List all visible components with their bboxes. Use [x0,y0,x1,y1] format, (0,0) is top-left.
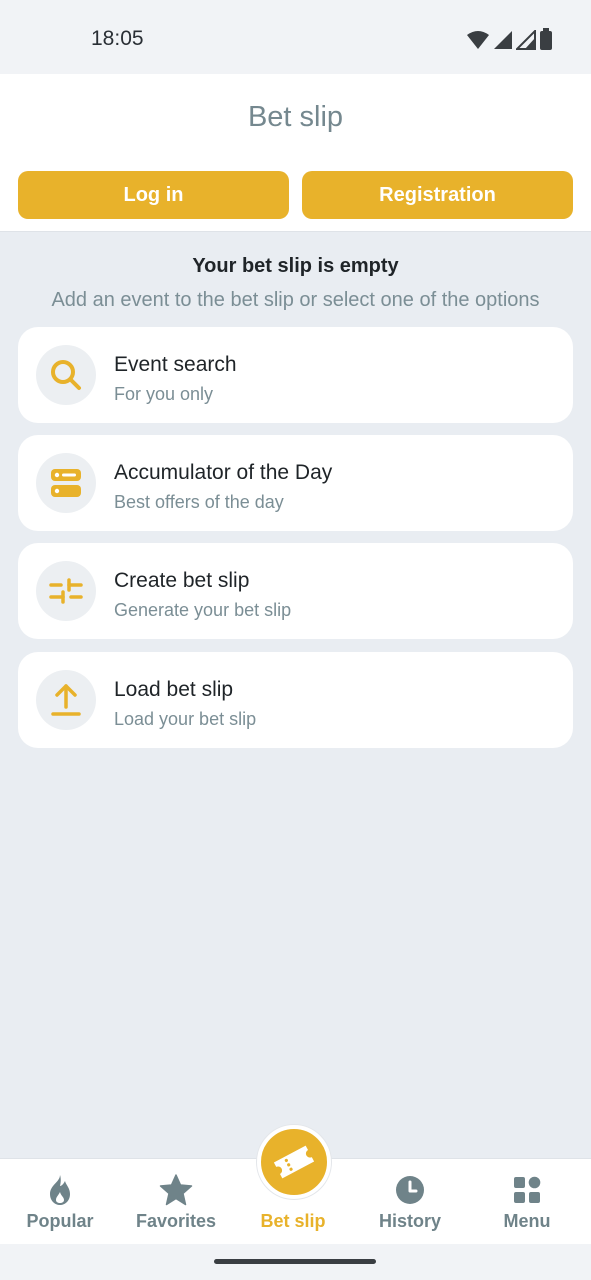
nav-label: Bet slip [260,1211,326,1231]
event-search-card[interactable]: Event search For you only [18,327,573,423]
sliders-icon [36,561,96,621]
empty-state-title: Your bet slip is empty [192,255,399,277]
star-icon [117,1173,235,1207]
battery-icon [540,28,552,50]
upload-icon [36,670,96,730]
registration-button[interactable]: Registration [302,171,573,219]
nav-popular[interactable]: Popular [1,1159,119,1245]
grid-icon [468,1173,586,1207]
option-subtitle: For you only [114,384,214,404]
nav-label: Popular [26,1211,94,1231]
accumulator-card[interactable]: Accumulator of the Day Best offers of th… [18,435,573,531]
signal-icon [516,30,536,50]
create-bet-slip-card[interactable]: Create bet slip Generate your bet slip [18,543,573,639]
load-bet-slip-card[interactable]: Load bet slip Load your bet slip [18,652,573,748]
accumulator-icon [36,453,96,513]
nav-menu[interactable]: Menu [468,1159,586,1245]
flame-icon [1,1173,119,1207]
status-icons [466,28,553,50]
gesture-bar[interactable] [214,1259,376,1264]
option-title: Accumulator of the Day [114,461,333,484]
login-button[interactable]: Log in [18,171,289,219]
bet-slip-fab[interactable] [257,1125,331,1199]
empty-state-subtitle: Add an event to the bet slip or select o… [51,289,540,311]
ticket-icon [273,1145,315,1179]
clock-icon [351,1173,469,1207]
wifi-icon [467,31,489,49]
header: Bet slip Log in Registration [0,74,591,232]
option-subtitle: Generate your bet slip [114,600,292,620]
nav-label: Favorites [135,1211,217,1231]
nav-favorites[interactable]: Favorites [117,1159,235,1245]
page-title: Bet slip [247,101,344,133]
option-title: Create bet slip [114,569,250,592]
option-title: Event search [114,353,237,376]
signal-icon [494,31,512,49]
option-subtitle: Load your bet slip [114,709,257,729]
nav-history[interactable]: History [351,1159,469,1245]
option-subtitle: Best offers of the day [114,492,284,512]
nav-label: Menu [503,1211,551,1231]
search-icon [36,345,96,405]
nav-label: History [378,1211,441,1231]
option-title: Load bet slip [114,678,234,701]
status-time: 18:05 [91,27,144,50]
status-bar: 18:05 [0,0,591,74]
